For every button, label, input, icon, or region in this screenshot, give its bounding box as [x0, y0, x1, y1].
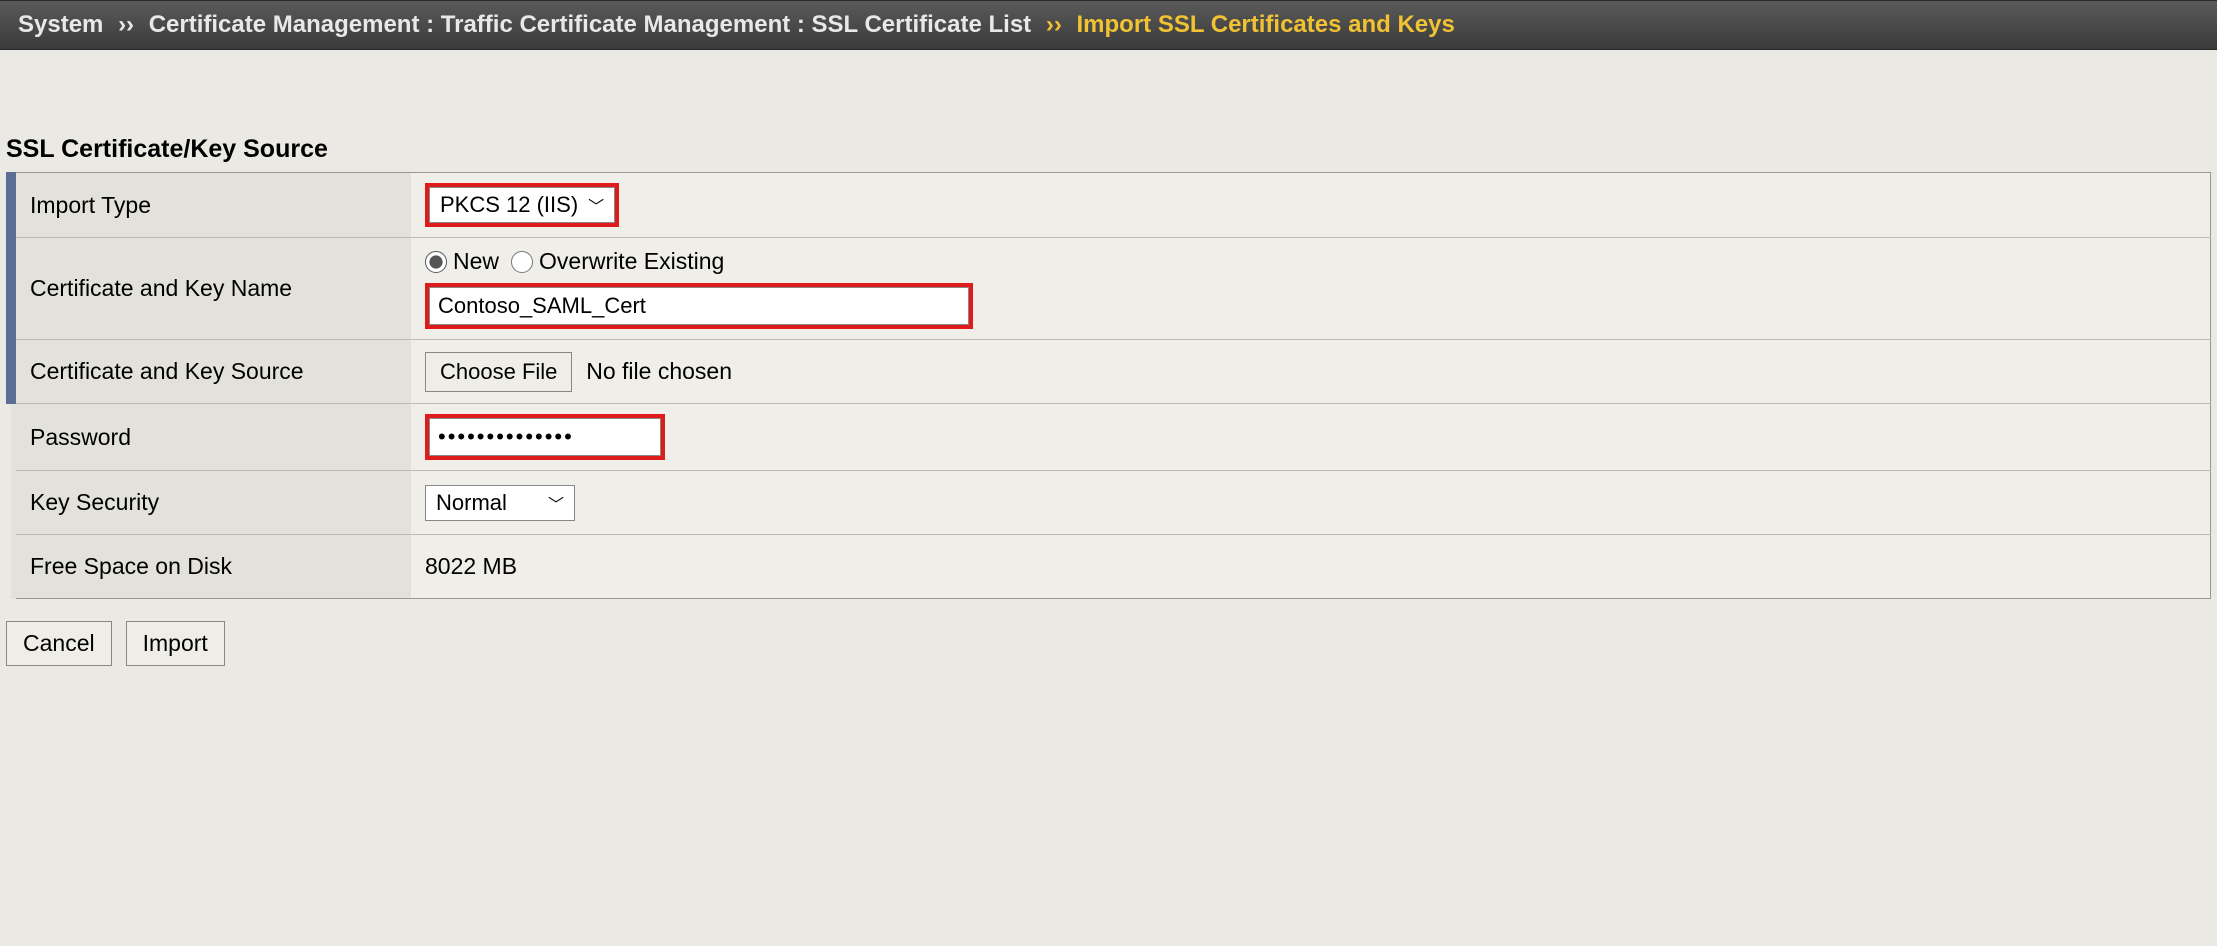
key-security-value: Normal — [436, 490, 507, 516]
label-password: Password — [11, 404, 411, 471]
breadcrumb-current: Import SSL Certificates and Keys — [1077, 11, 1455, 38]
choose-file-button[interactable]: Choose File — [425, 352, 572, 392]
radio-new-label: New — [453, 248, 499, 275]
radio-overwrite[interactable] — [511, 251, 533, 273]
import-button[interactable]: Import — [126, 621, 225, 666]
chevron-down-icon: ﹀ — [548, 491, 564, 515]
breadcrumb-path[interactable]: Certificate Management : Traffic Certifi… — [149, 11, 1031, 38]
label-key-security: Key Security — [11, 471, 411, 535]
cert-name-mode-radios: New Overwrite Existing — [425, 248, 2196, 275]
breadcrumb-sep: ›› — [118, 11, 134, 38]
breadcrumb-root[interactable]: System — [18, 11, 103, 38]
row-cert-key-name: Certificate and Key Name New Overwrite E… — [11, 238, 2211, 340]
label-cert-key-source: Certificate and Key Source — [11, 340, 411, 404]
chevron-down-icon: ﹀ — [588, 193, 604, 217]
radio-overwrite-label: Overwrite Existing — [539, 248, 724, 275]
password-input[interactable] — [429, 418, 661, 456]
cancel-button[interactable]: Cancel — [6, 621, 112, 666]
label-free-space: Free Space on Disk — [11, 535, 411, 599]
cert-key-name-input[interactable] — [429, 287, 969, 325]
radio-new[interactable] — [425, 251, 447, 273]
form-table: Import Type PKCS 12 (IIS) ﹀ Certificate … — [6, 172, 2211, 599]
row-import-type: Import Type PKCS 12 (IIS) ﹀ — [11, 173, 2211, 238]
breadcrumb: System ›› Certificate Management : Traff… — [0, 0, 2217, 50]
highlight-import-type: PKCS 12 (IIS) ﹀ — [425, 183, 619, 227]
import-type-value: PKCS 12 (IIS) — [440, 192, 578, 218]
section-title: SSL Certificate/Key Source — [6, 135, 2217, 164]
row-free-space: Free Space on Disk 8022 MB — [11, 535, 2211, 599]
row-key-security: Key Security Normal ﹀ — [11, 471, 2211, 535]
row-password: Password — [11, 404, 2211, 471]
button-row: Cancel Import — [6, 621, 2217, 666]
key-security-select[interactable]: Normal ﹀ — [425, 485, 575, 521]
free-space-value: 8022 MB — [425, 553, 517, 579]
file-chosen-status: No file chosen — [586, 358, 732, 384]
label-cert-key-name: Certificate and Key Name — [11, 238, 411, 340]
highlight-password — [425, 414, 665, 460]
breadcrumb-sep-current: ›› — [1046, 11, 1062, 38]
label-import-type: Import Type — [11, 173, 411, 238]
import-type-select[interactable]: PKCS 12 (IIS) ﹀ — [429, 187, 615, 223]
highlight-cert-name — [425, 283, 973, 329]
row-cert-key-source: Certificate and Key Source Choose File N… — [11, 340, 2211, 404]
